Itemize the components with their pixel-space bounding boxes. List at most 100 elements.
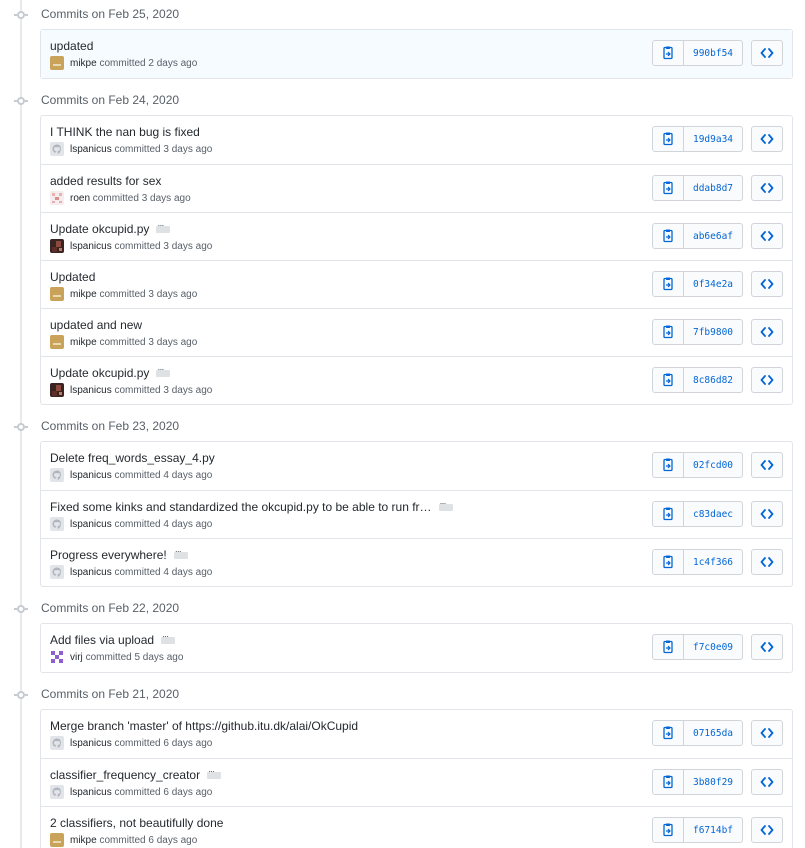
copy-sha-button[interactable] [653, 41, 684, 65]
copy-sha-button[interactable] [653, 770, 684, 794]
avatar[interactable] [50, 468, 64, 482]
sha-button-group: ddab8d7 [652, 175, 743, 201]
commit-meta: lspanicus committed 3 days ago [50, 239, 212, 253]
browse-repo-button[interactable] [751, 634, 783, 660]
commit-sha-link[interactable]: 7fb9800 [684, 320, 742, 344]
copy-sha-button[interactable] [653, 224, 684, 248]
expand-message-button[interactable] [207, 766, 222, 779]
commit-meta: mikpe committed 6 days ago [50, 833, 197, 847]
avatar[interactable] [50, 239, 64, 253]
avatar[interactable] [50, 287, 64, 301]
copy-sha-button[interactable] [653, 176, 684, 200]
commit-sha-link[interactable]: 07165da [684, 721, 742, 745]
commit-author-link[interactable]: lspanicus [70, 385, 112, 396]
commit-message-link[interactable]: Progress everywhere! [50, 548, 167, 562]
commit-author-link[interactable]: lspanicus [70, 567, 112, 578]
copy-sha-button[interactable] [653, 550, 684, 574]
commit-author-link[interactable]: lspanicus [70, 241, 112, 252]
avatar[interactable] [50, 650, 64, 664]
commit-message-link[interactable]: Updated [50, 270, 95, 284]
code-icon [760, 326, 774, 338]
copy-sha-button[interactable] [653, 818, 684, 842]
commit-sha-link[interactable]: 0f34e2a [684, 272, 742, 296]
browse-repo-button[interactable] [751, 126, 783, 152]
browse-repo-button[interactable] [751, 40, 783, 66]
commit-message-link[interactable]: Fixed some kinks and standardized the ok… [50, 500, 432, 514]
commit-meta: virj committed 5 days ago [50, 650, 183, 664]
commit-sha-link[interactable]: 02fcd00 [684, 453, 742, 477]
commit-author-link[interactable]: virj [70, 652, 83, 663]
browse-repo-button[interactable] [751, 549, 783, 575]
browse-repo-button[interactable] [751, 271, 783, 297]
commit-message-link[interactable]: I THINK the nan bug is fixed [50, 125, 200, 139]
code-icon [760, 556, 774, 568]
git-commit-icon [14, 421, 28, 433]
commit-message-link[interactable]: classifier_frequency_creator [50, 768, 200, 782]
copy-sha-button[interactable] [653, 127, 684, 151]
copy-sha-button[interactable] [653, 368, 684, 392]
avatar[interactable] [50, 736, 64, 750]
copy-sha-button[interactable] [653, 320, 684, 344]
avatar[interactable] [50, 383, 64, 397]
git-commit-icon [14, 9, 28, 21]
avatar[interactable] [50, 565, 64, 579]
commit-sha-link[interactable]: f6714bf [684, 818, 742, 842]
avatar[interactable] [50, 56, 64, 70]
copy-sha-button[interactable] [653, 502, 684, 526]
commit-author-link[interactable]: mikpe [70, 58, 97, 69]
commit-sha-link[interactable]: 8c86d82 [684, 368, 742, 392]
browse-repo-button[interactable] [751, 720, 783, 746]
expand-message-button[interactable] [161, 631, 176, 644]
avatar[interactable] [50, 335, 64, 349]
commit-author-link[interactable]: lspanicus [70, 470, 112, 481]
commit-sha-link[interactable]: c83daec [684, 502, 742, 526]
copy-sha-button[interactable] [653, 272, 684, 296]
copy-sha-button[interactable] [653, 721, 684, 745]
commit-author-link[interactable]: roen [70, 193, 90, 204]
browse-repo-button[interactable] [751, 452, 783, 478]
browse-repo-button[interactable] [751, 319, 783, 345]
commit-author-link[interactable]: lspanicus [70, 519, 112, 530]
commit-author-link[interactable]: lspanicus [70, 738, 112, 749]
commit-message-link[interactable]: Add files via upload [50, 633, 154, 647]
commit-message-link[interactable]: added results for sex [50, 174, 161, 188]
commit-sha-link[interactable]: 3b80f29 [684, 770, 742, 794]
clippy-icon [661, 458, 675, 472]
browse-repo-button[interactable] [751, 223, 783, 249]
copy-sha-button[interactable] [653, 453, 684, 477]
browse-repo-button[interactable] [751, 769, 783, 795]
avatar[interactable] [50, 191, 64, 205]
expand-message-button[interactable] [156, 220, 171, 233]
commit-author-link[interactable]: mikpe [70, 835, 97, 846]
commit-author-link[interactable]: lspanicus [70, 787, 112, 798]
commit-sha-link[interactable]: f7c0e09 [684, 635, 742, 659]
browse-repo-button[interactable] [751, 817, 783, 843]
commit-message-link[interactable]: Delete freq_words_essay_4.py [50, 451, 215, 465]
expand-message-button[interactable] [438, 498, 453, 511]
commit-sha-link[interactable]: ab6e6af [684, 224, 742, 248]
browse-repo-button[interactable] [751, 367, 783, 393]
commit-message-link[interactable]: Merge branch 'master' of https://github.… [50, 719, 358, 733]
commit-message-link[interactable]: updated [50, 39, 93, 53]
commit-sha-link[interactable]: 1c4f366 [684, 550, 742, 574]
expand-message-button[interactable] [173, 546, 188, 559]
browse-repo-button[interactable] [751, 175, 783, 201]
commit-author-link[interactable]: mikpe [70, 337, 97, 348]
commit-message-link[interactable]: updated and new [50, 318, 142, 332]
commit-message-link[interactable]: 2 classifiers, not beautifully done [50, 816, 223, 830]
avatar[interactable] [50, 517, 64, 531]
expand-message-button[interactable] [156, 364, 171, 377]
browse-repo-button[interactable] [751, 501, 783, 527]
avatar[interactable] [50, 142, 64, 156]
commit-message-link[interactable]: Update okcupid.py [50, 222, 149, 236]
copy-sha-button[interactable] [653, 635, 684, 659]
commit-author-link[interactable]: mikpe [70, 289, 97, 300]
commit-sha-link[interactable]: 990bf54 [684, 41, 742, 65]
commit-sha-link[interactable]: 19d9a34 [684, 127, 742, 151]
avatar[interactable] [50, 785, 64, 799]
commit-title-row: classifier_frequency_creator [50, 766, 222, 783]
commit-message-link[interactable]: Update okcupid.py [50, 366, 149, 380]
commit-sha-link[interactable]: ddab8d7 [684, 176, 742, 200]
avatar[interactable] [50, 833, 64, 847]
commit-author-link[interactable]: lspanicus [70, 144, 112, 155]
